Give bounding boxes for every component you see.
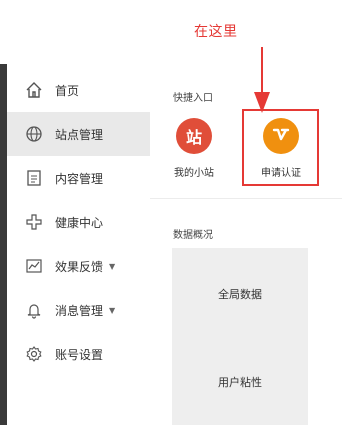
- sidebar-item-effect-feedback[interactable]: 效果反馈 ▼: [7, 244, 150, 288]
- sidebar-item-message-management[interactable]: 消息管理 ▼: [7, 288, 150, 332]
- sidebar-item-label: 站点管理: [55, 127, 104, 142]
- shortcut-label: 我的小站: [174, 168, 214, 179]
- sidebar-item-label: 效果反馈: [55, 259, 104, 274]
- sidebar: 首页 站点管理 内容管理 健康中心 效果反馈 ▼ 消息管理 ▼ 账号设置: [7, 64, 150, 425]
- shortcut-my-site[interactable]: 站 我的小站: [158, 118, 230, 179]
- home-icon: [23, 79, 45, 101]
- sidebar-item-label: 健康中心: [55, 215, 104, 230]
- sidebar-item-account-settings[interactable]: 账号设置: [7, 332, 150, 376]
- sidebar-item-label: 内容管理: [55, 171, 104, 186]
- divider: [150, 198, 342, 199]
- data-overview-title: 数据概况: [173, 230, 213, 241]
- quick-access-title: 快捷入口: [173, 93, 213, 104]
- sidebar-item-site-management[interactable]: 站点管理: [7, 112, 150, 156]
- sidebar-item-label: 首页: [55, 83, 80, 98]
- sidebar-item-content-management[interactable]: 内容管理: [7, 156, 150, 200]
- gear-icon: [23, 343, 45, 365]
- card-user-stickiness-label[interactable]: 用户粘性: [172, 374, 308, 390]
- sidebar-item-label: 账号设置: [55, 347, 104, 362]
- plus-icon: [23, 211, 45, 233]
- sidebar-item-label: 消息管理: [55, 303, 104, 318]
- globe-icon: [23, 123, 45, 145]
- annotation-highlight-box: [242, 109, 319, 186]
- sidebar-item-health-center[interactable]: 健康中心: [7, 200, 150, 244]
- chevron-down-icon: ▼: [109, 305, 116, 315]
- site-icon: 站: [176, 118, 212, 154]
- bell-icon: [23, 299, 45, 321]
- data-card-panel: 全局数据 用户粘性: [172, 248, 308, 425]
- chevron-down-icon: ▼: [109, 261, 116, 271]
- document-icon: [23, 167, 45, 189]
- chart-icon: [23, 255, 45, 277]
- sidebar-item-home[interactable]: 首页: [7, 68, 150, 112]
- card-global-data-label[interactable]: 全局数据: [172, 286, 308, 302]
